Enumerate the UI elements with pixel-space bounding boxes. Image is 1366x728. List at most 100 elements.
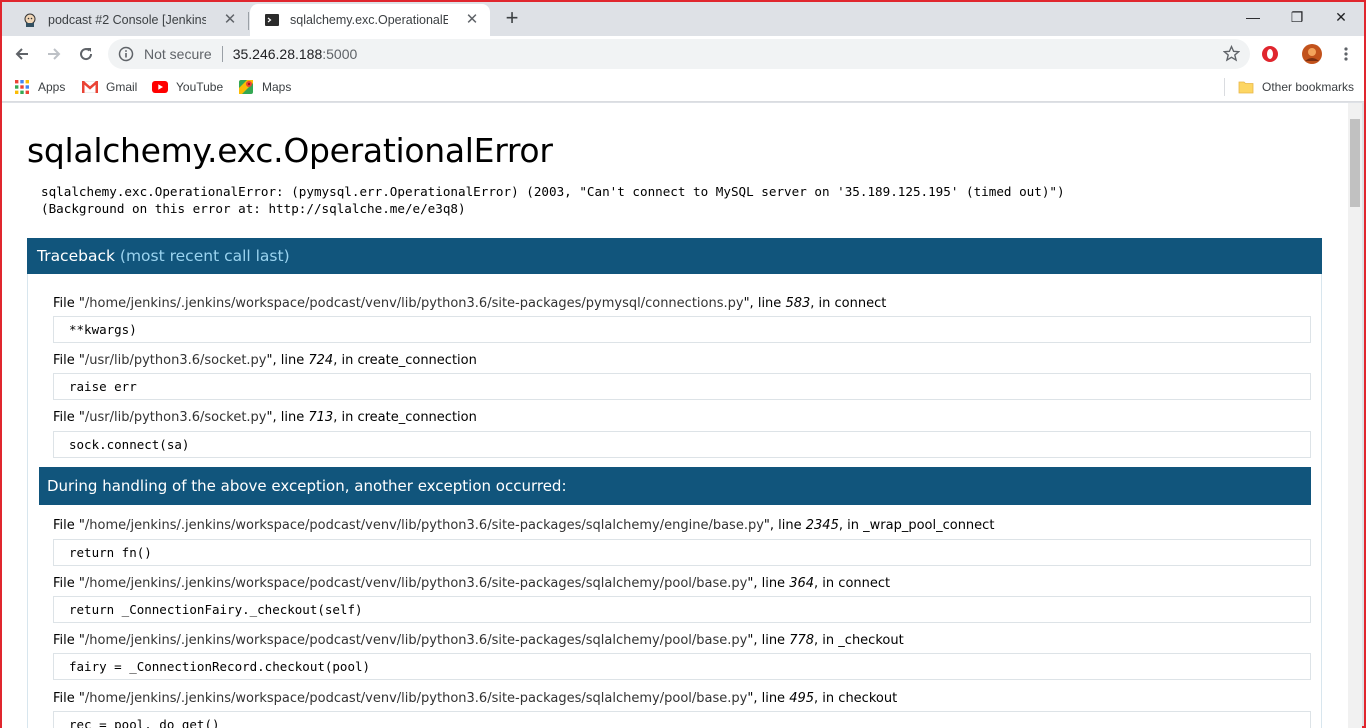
frame-line-number: 364 [789, 576, 815, 591]
frame-header[interactable]: File "/home/jenkins/.jenkins/workspace/p… [53, 633, 904, 648]
frame-code[interactable]: rec = pool._do_get() [53, 711, 1311, 728]
frame-code[interactable]: sock.connect(sa) [53, 431, 1311, 458]
file-label: File [53, 576, 79, 591]
in-label: in [818, 296, 831, 311]
url-port: :5000 [322, 46, 358, 62]
bookmark-maps[interactable]: Maps [238, 78, 291, 96]
tab-operational-error[interactable]: sqlalchemy.exc.OperationalError: ✕ [250, 4, 490, 36]
error-message-line: sqlalchemy.exc.OperationalError: (pymysq… [41, 184, 1065, 199]
bookmark-label: Apps [38, 80, 66, 94]
bookmark-apps[interactable]: Apps [14, 78, 65, 96]
bookmark-youtube[interactable]: YouTube [152, 78, 223, 96]
opera-extension-icon[interactable] [1256, 40, 1284, 68]
frame-line-number: 713 [308, 410, 334, 425]
maximize-button[interactable]: ❐ [1274, 2, 1320, 32]
frame-path: /usr/lib/python3.6/socket.py [84, 353, 267, 368]
profile-avatar[interactable] [1298, 40, 1326, 68]
maps-icon [238, 79, 254, 95]
forward-arrow-icon [48, 48, 61, 60]
frame-path: /home/jenkins/.jenkins/workspace/podcast… [84, 576, 748, 591]
frame-header[interactable]: File "/usr/lib/python3.6/socket.py", lin… [53, 410, 477, 425]
gmail-icon [82, 79, 98, 95]
close-tab-icon[interactable]: ✕ [464, 12, 480, 28]
frame-line-number: 2345 [805, 518, 839, 533]
frame-path: /home/jenkins/.jenkins/workspace/podcast… [84, 296, 744, 311]
bookmark-label: Gmail [106, 80, 138, 94]
bookmark-gmail[interactable]: Gmail [82, 78, 137, 96]
frame-header[interactable]: File "/home/jenkins/.jenkins/workspace/p… [53, 518, 994, 533]
line-label: line [778, 518, 802, 533]
tab-jenkins-console[interactable]: podcast #2 Console [Jenkins] ✕ [8, 4, 248, 36]
frame-function: _wrap_pool_connect [863, 518, 995, 533]
bookmark-other[interactable]: Other bookmarks [1238, 78, 1354, 96]
bookmarks-bar: Apps Gmail YouTube Maps Other bookmarks [2, 72, 1364, 102]
frame-header[interactable]: File "/home/jenkins/.jenkins/workspace/p… [53, 576, 890, 591]
line-label: line [761, 633, 786, 648]
frame-header[interactable]: File "/usr/lib/python3.6/socket.py", lin… [53, 353, 477, 368]
close-tab-icon[interactable]: ✕ [222, 12, 238, 28]
address-bar[interactable]: Not secure 35.246.28.188:5000 [108, 39, 1250, 69]
browser-toolbar: Not secure 35.246.28.188:5000 [2, 36, 1364, 72]
error-message-line: (Background on this error at: http://sql… [41, 201, 466, 216]
forward-button[interactable] [40, 40, 68, 68]
file-label: File [53, 518, 79, 533]
line-label: line [280, 353, 305, 368]
in-label: in [822, 576, 835, 591]
minimize-button[interactable]: — [1230, 2, 1276, 32]
frame-function: checkout [838, 691, 898, 706]
vertical-scrollbar[interactable] [1348, 103, 1362, 728]
reload-icon [80, 48, 93, 61]
page-content: sqlalchemy.exc.OperationalError sqlalche… [2, 103, 1350, 728]
tab-strip: podcast #2 Console [Jenkins] ✕ sqlalchem… [2, 2, 1364, 36]
bookmark-label: Maps [262, 80, 292, 94]
bookmarks-divider [1224, 78, 1225, 96]
youtube-icon [152, 79, 168, 95]
scrollbar-thumb[interactable] [1350, 119, 1360, 207]
reload-button[interactable] [72, 40, 100, 68]
frame-line-number: 495 [789, 691, 815, 706]
frame-function: create_connection [357, 410, 477, 425]
line-label: line [761, 691, 786, 706]
back-button[interactable] [8, 40, 36, 68]
tab-title: sqlalchemy.exc.OperationalError: [290, 13, 448, 27]
file-label: File [53, 410, 79, 425]
back-arrow-icon [15, 48, 28, 60]
frame-code[interactable]: raise err [53, 373, 1311, 400]
frame-header[interactable]: File "/home/jenkins/.jenkins/workspace/p… [53, 296, 886, 311]
info-icon[interactable] [118, 46, 134, 62]
frame-function: connect [834, 296, 887, 311]
file-label: File [53, 353, 79, 368]
security-label[interactable]: Not secure [144, 46, 212, 62]
file-label: File [53, 296, 79, 311]
new-tab-button[interactable]: + [500, 7, 524, 31]
error-message: sqlalchemy.exc.OperationalError: (pymysq… [41, 183, 1065, 217]
traceback-title: Traceback [37, 247, 115, 265]
frame-path: /home/jenkins/.jenkins/workspace/podcast… [84, 633, 748, 648]
frame-line-number: 724 [308, 353, 334, 368]
frame-code[interactable]: return fn() [53, 539, 1311, 566]
frame-code[interactable]: return _ConnectionFairy._checkout(self) [53, 596, 1311, 623]
traceback-header: Traceback (most recent call last) [27, 238, 1322, 274]
frame-function: _checkout [838, 633, 904, 648]
frame-header[interactable]: File "/home/jenkins/.jenkins/workspace/p… [53, 691, 897, 706]
close-window-button[interactable]: ✕ [1318, 2, 1364, 32]
apps-grid-icon [14, 79, 30, 95]
frame-code[interactable]: **kwargs) [53, 316, 1311, 343]
in-label: in [847, 518, 859, 533]
omnibox-divider [221, 46, 223, 62]
frame-path: /usr/lib/python3.6/socket.py [84, 410, 267, 425]
tab-divider [248, 12, 249, 30]
line-label: line [761, 576, 786, 591]
frame-code[interactable]: fairy = _ConnectionRecord.checkout(pool) [53, 653, 1311, 680]
file-label: File [53, 633, 79, 648]
line-label: line [280, 410, 305, 425]
bookmark-star-icon[interactable] [1222, 44, 1241, 65]
chained-exception-header: During handling of the above exception, … [39, 467, 1311, 505]
menu-kebab-icon[interactable] [1332, 40, 1360, 68]
in-label: in [822, 691, 835, 706]
bookmark-label: YouTube [176, 80, 224, 94]
frame-function: connect [838, 576, 891, 591]
jenkins-icon [22, 12, 38, 28]
frame-path: /home/jenkins/.jenkins/workspace/podcast… [84, 518, 764, 533]
folder-icon [1238, 79, 1254, 95]
